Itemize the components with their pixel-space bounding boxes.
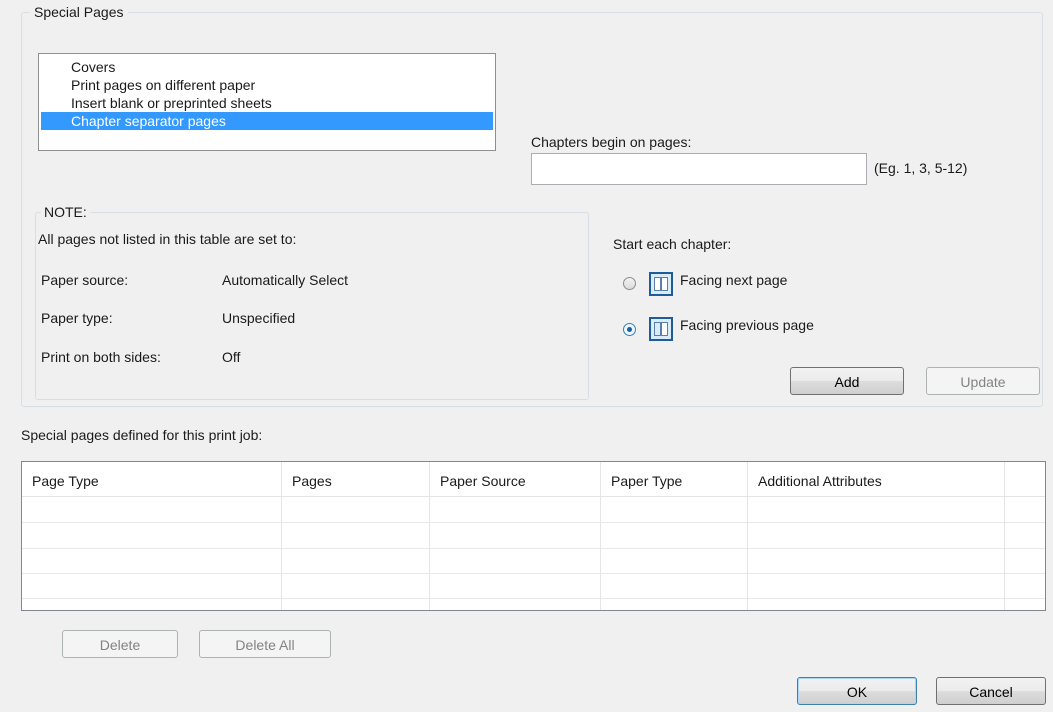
facing-previous-label[interactable]: Facing previous page: [680, 317, 814, 333]
table-header: Page Type Pages Paper Source Paper Type …: [22, 462, 1045, 497]
list-item-chapter-separator[interactable]: Chapter separator pages: [41, 112, 493, 130]
grid-line: [429, 496, 430, 610]
update-button[interactable]: Update: [926, 367, 1040, 395]
table-row[interactable]: [22, 573, 1045, 574]
column-header-paper-type[interactable]: Paper Type: [601, 462, 748, 496]
cancel-button[interactable]: Cancel: [936, 677, 1046, 705]
delete-all-button[interactable]: Delete All: [199, 630, 331, 658]
paper-type-value: Unspecified: [222, 310, 296, 326]
both-sides-label: Print on both sides:: [41, 349, 161, 365]
chapters-begin-label: Chapters begin on pages:: [531, 134, 692, 150]
list-item-covers[interactable]: Covers: [41, 58, 493, 76]
facing-next-page-icon: [649, 272, 673, 296]
delete-button[interactable]: Delete: [62, 630, 178, 658]
grid-line: [600, 496, 601, 610]
column-header-page-type[interactable]: Page Type: [22, 462, 282, 496]
grid-line: [747, 496, 748, 610]
table-row[interactable]: [22, 522, 1045, 523]
note-title: NOTE:: [41, 204, 90, 220]
grid-line: [1004, 496, 1005, 610]
grid-line: [281, 496, 282, 610]
defined-pages-label: Special pages defined for this print job…: [21, 427, 263, 443]
table-row[interactable]: [22, 548, 1045, 549]
column-header-paper-source[interactable]: Paper Source: [430, 462, 601, 496]
facing-previous-radio[interactable]: [623, 323, 636, 336]
defined-pages-table[interactable]: Page Type Pages Paper Source Paper Type …: [21, 461, 1046, 611]
table-row[interactable]: [22, 598, 1045, 599]
note-subtitle: All pages not listed in this table are s…: [38, 231, 297, 247]
column-header-pages[interactable]: Pages: [282, 462, 430, 496]
facing-next-radio[interactable]: [623, 277, 636, 290]
list-item-different-paper[interactable]: Print pages on different paper: [41, 76, 493, 94]
chapters-hint: (Eg. 1, 3, 5-12): [874, 160, 968, 176]
facing-next-label[interactable]: Facing next page: [680, 272, 787, 288]
chapters-pages-input[interactable]: [531, 153, 867, 185]
column-header-additional-attributes[interactable]: Additional Attributes: [748, 462, 1005, 496]
start-chapter-label: Start each chapter:: [613, 236, 732, 252]
add-button[interactable]: Add: [790, 367, 904, 395]
ok-button[interactable]: OK: [797, 677, 917, 705]
special-pages-title: Special Pages: [30, 4, 128, 20]
paper-type-label: Paper type:: [41, 310, 113, 326]
both-sides-value: Off: [222, 349, 241, 365]
special-pages-list[interactable]: Covers Print pages on different paper In…: [38, 53, 496, 151]
facing-previous-page-icon: [649, 317, 673, 341]
list-item-blank-sheets[interactable]: Insert blank or preprinted sheets: [41, 94, 493, 112]
paper-source-label: Paper source:: [41, 272, 129, 288]
paper-source-value: Automatically Select: [222, 272, 349, 288]
